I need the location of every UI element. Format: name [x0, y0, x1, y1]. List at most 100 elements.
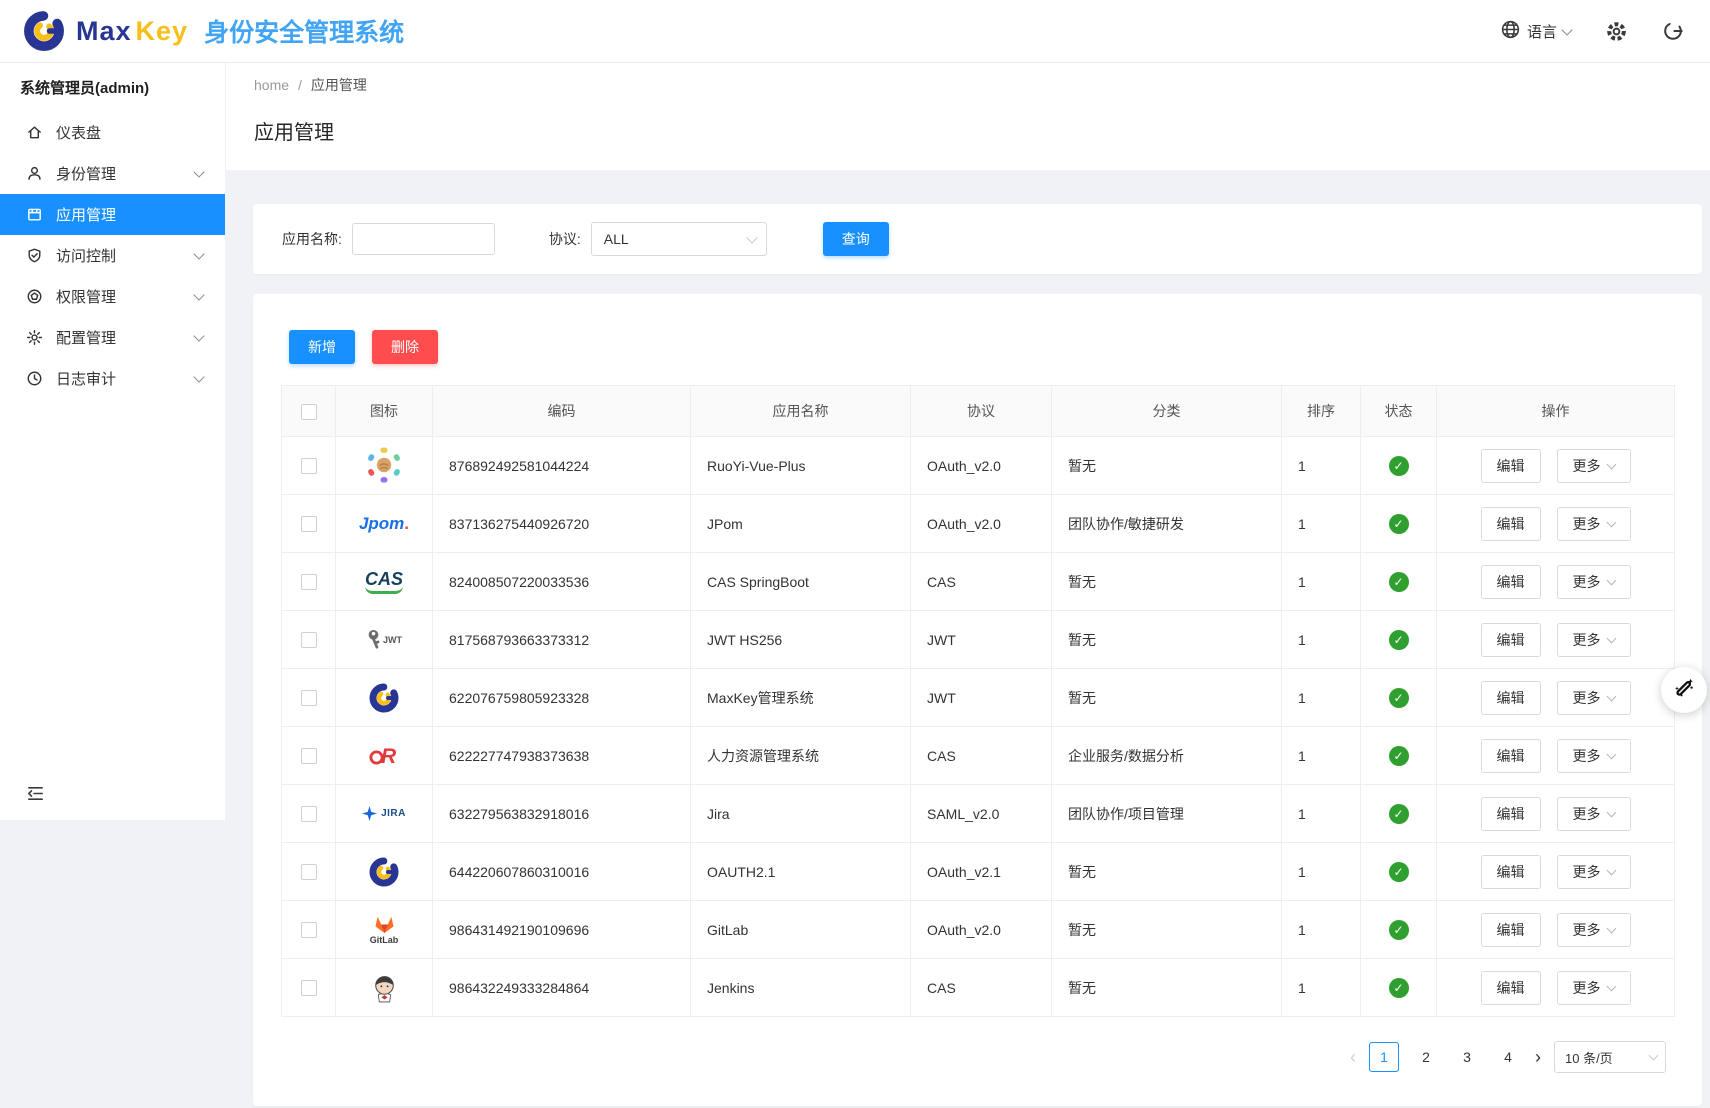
chevron-down-icon [1606, 459, 1616, 469]
app-sort: 1 [1298, 632, 1306, 648]
row-checkbox[interactable] [301, 980, 317, 996]
table-row: Jpom.837136275440926720JPomOAuth_v2.0团队协… [282, 495, 1675, 553]
app-protocol: OAuth_v2.1 [927, 864, 1001, 880]
chevron-down-icon [1606, 691, 1616, 701]
more-button[interactable]: 更多 [1557, 797, 1631, 831]
sidebar-item-access[interactable]: 访问控制 [0, 235, 225, 276]
edit-button[interactable]: 编辑 [1481, 623, 1541, 657]
sidebar-item-identity[interactable]: 身份管理 [0, 153, 225, 194]
sidebar-item-config[interactable]: 配置管理 [0, 317, 225, 358]
sidebar-item-audit[interactable]: 日志审计 [0, 358, 225, 399]
brand[interactable]: Max Key 身份安全管理系统 [0, 9, 404, 53]
app-protocol: OAuth_v2.0 [927, 516, 1001, 532]
row-checkbox[interactable] [301, 516, 317, 532]
app-icon-ruoyi [365, 445, 403, 485]
column-header-category: 分类 [1052, 386, 1282, 437]
status-enabled-icon: ✓ [1389, 862, 1409, 882]
add-button[interactable]: 新增 [289, 330, 355, 364]
app-sort: 1 [1298, 690, 1306, 706]
app-name: CAS SpringBoot [707, 574, 809, 590]
chevron-down-icon [1606, 807, 1616, 817]
row-checkbox[interactable] [301, 458, 317, 474]
more-button[interactable]: 更多 [1557, 739, 1631, 773]
app-icon-maxkey [368, 852, 400, 892]
app-code: 622076759805923328 [449, 690, 589, 706]
app-name: GitLab [707, 922, 748, 938]
edit-button[interactable]: 编辑 [1481, 507, 1541, 541]
shield-icon [26, 247, 43, 264]
row-checkbox[interactable] [301, 690, 317, 706]
row-checkbox[interactable] [301, 748, 317, 764]
row-checkbox[interactable] [301, 864, 317, 880]
sidebar-item-label: 应用管理 [56, 204, 205, 225]
edit-button[interactable]: 编辑 [1481, 913, 1541, 947]
more-button[interactable]: 更多 [1557, 913, 1631, 947]
more-button[interactable]: 更多 [1557, 565, 1631, 599]
filter-bar: 应用名称: 协议: ALL 查询 [253, 204, 1702, 274]
delete-button[interactable]: 删除 [372, 330, 438, 364]
app-code: 986431492190109696 [449, 922, 589, 938]
collapse-sidebar-icon[interactable] [26, 784, 45, 808]
sidebar-item-permission[interactable]: 权限管理 [0, 276, 225, 317]
app-name: Jenkins [707, 980, 754, 996]
page-header-strip: home / 应用管理 应用管理 [225, 62, 1710, 170]
more-button[interactable]: 更多 [1557, 623, 1631, 657]
settings-icon[interactable] [1605, 20, 1628, 43]
sidebar-item-label: 配置管理 [56, 327, 182, 348]
protocol-select[interactable]: ALL [591, 222, 767, 256]
sidebar-item-dashboard[interactable]: 仪表盘 [0, 112, 225, 153]
next-page-icon[interactable]: › [1535, 1048, 1541, 1066]
row-checkbox[interactable] [301, 632, 317, 648]
more-button[interactable]: 更多 [1557, 681, 1631, 715]
app-icon-jenkins [372, 968, 397, 1008]
sidebar-item-apps[interactable]: 应用管理 [0, 194, 225, 235]
applications-table: 图标 编码 应用名称 协议 分类 排序 状态 操作 87689249258104… [281, 385, 1675, 1017]
app-icon-maxkey [368, 678, 400, 718]
more-button[interactable]: 更多 [1557, 507, 1631, 541]
edit-button[interactable]: 编辑 [1481, 681, 1541, 715]
column-header-status: 状态 [1361, 386, 1437, 437]
app-name: Jira [707, 806, 730, 822]
page-number-3[interactable]: 3 [1453, 1043, 1481, 1071]
status-enabled-icon: ✓ [1389, 746, 1409, 766]
page-number-1[interactable]: 1 [1369, 1042, 1399, 1072]
edit-button[interactable]: 编辑 [1481, 565, 1541, 599]
chevron-down-icon [1649, 1051, 1659, 1061]
chevron-down-icon [193, 289, 204, 300]
magic-wand-widget[interactable] [1661, 667, 1707, 713]
more-button[interactable]: 更多 [1557, 449, 1631, 483]
app-category: 团队协作/项目管理 [1068, 806, 1184, 822]
clock-icon [26, 370, 43, 387]
app-name-input[interactable] [352, 223, 495, 255]
prev-page-icon[interactable]: ‹ [1350, 1048, 1356, 1066]
column-header-name: 应用名称 [691, 386, 911, 437]
select-all-checkbox[interactable] [301, 404, 317, 420]
logout-icon[interactable] [1662, 20, 1684, 42]
more-button[interactable]: 更多 [1557, 971, 1631, 1005]
search-button[interactable]: 查询 [823, 222, 889, 256]
breadcrumb-separator: / [298, 77, 302, 93]
page-number-2[interactable]: 2 [1412, 1043, 1440, 1071]
edit-button[interactable]: 编辑 [1481, 739, 1541, 773]
edit-button[interactable]: 编辑 [1481, 971, 1541, 1005]
globe-icon [1500, 19, 1521, 44]
page-size-select[interactable]: 10 条/页 [1554, 1041, 1666, 1073]
row-checkbox[interactable] [301, 806, 317, 822]
chevron-down-icon [1606, 865, 1616, 875]
sidebar-item-label: 仪表盘 [56, 122, 205, 143]
table-header-row: 图标 编码 应用名称 协议 分类 排序 状态 操作 [282, 386, 1675, 437]
edit-button[interactable]: 编辑 [1481, 855, 1541, 889]
edit-button[interactable]: 编辑 [1481, 797, 1541, 831]
language-menu[interactable]: 语言 [1500, 19, 1571, 44]
app-protocol: SAML_v2.0 [927, 806, 999, 822]
page-number-4[interactable]: 4 [1494, 1043, 1522, 1071]
edit-button[interactable]: 编辑 [1481, 449, 1541, 483]
more-button[interactable]: 更多 [1557, 855, 1631, 889]
app-category: 团队协作/敏捷研发 [1068, 516, 1184, 532]
status-enabled-icon: ✓ [1389, 920, 1409, 940]
svg-text:R: R [381, 745, 397, 768]
row-checkbox[interactable] [301, 574, 317, 590]
app-name: 人力资源管理系统 [707, 748, 819, 764]
row-checkbox[interactable] [301, 922, 317, 938]
breadcrumb-home[interactable]: home [254, 77, 289, 93]
